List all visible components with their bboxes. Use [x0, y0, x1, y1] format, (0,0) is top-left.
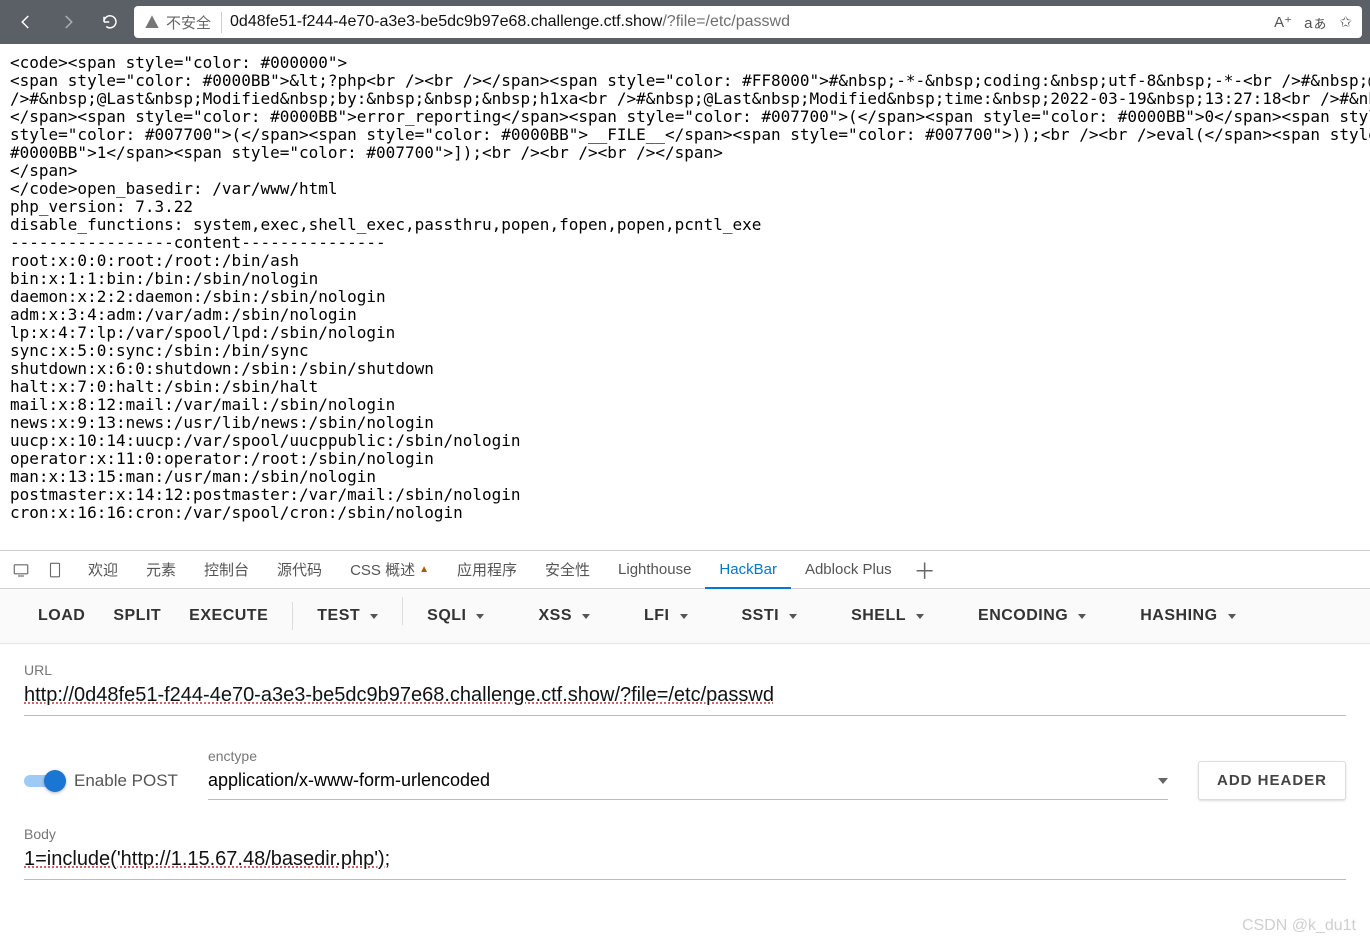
insecure-badge: 不安全 [144, 12, 222, 33]
devtools-tabbar: 欢迎元素控制台源代码CSS 概述应用程序安全性LighthouseHackBar… [0, 551, 1370, 589]
hackbar-ssti-menu[interactable]: SSTI [728, 597, 812, 635]
body-input[interactable] [24, 844, 1346, 880]
devtools-tab-元素[interactable]: 元素 [132, 551, 190, 589]
body-label: Body [24, 826, 1346, 842]
devtools-tab-Adblock Plus[interactable]: Adblock Plus [791, 551, 906, 589]
devtools-tab-应用程序[interactable]: 应用程序 [443, 551, 531, 589]
hackbar-load-button[interactable]: LOAD [24, 597, 99, 635]
address-bar[interactable]: 不安全 0d48fe51-f244-4e70-a3e3-be5dc9b97e68… [134, 6, 1362, 38]
hackbar-lfi-menu[interactable]: LFI [630, 597, 702, 635]
address-url: 0d48fe51-f244-4e70-a3e3-be5dc9b97e68.cha… [230, 13, 790, 31]
enable-post-label: Enable POST [74, 771, 178, 791]
hackbar-sqli-menu[interactable]: SQLI [413, 597, 498, 635]
hackbar-execute-button[interactable]: EXECUTE [175, 597, 282, 635]
browser-toolbar: 不安全 0d48fe51-f244-4e70-a3e3-be5dc9b97e68… [0, 0, 1370, 44]
devtools-panel: 欢迎元素控制台源代码CSS 概述应用程序安全性LighthouseHackBar… [0, 550, 1370, 880]
devtools-tab-控制台[interactable]: 控制台 [190, 551, 263, 589]
enctype-label: enctype [208, 748, 1168, 764]
back-button[interactable] [8, 4, 44, 40]
enable-post-toggle[interactable]: Enable POST [24, 770, 178, 792]
reader-icon[interactable]: A⁺ [1274, 13, 1292, 31]
watermark: CSDN @k_du1t [1242, 917, 1356, 935]
devtools-tab-欢迎[interactable]: 欢迎 [74, 551, 132, 589]
chevron-down-icon [1158, 778, 1168, 784]
hackbar-hashing-menu[interactable]: HASHING [1126, 597, 1249, 635]
add-tab-icon[interactable]: ＋ [910, 555, 940, 585]
enctype-value: application/x-www-form-urlencoded [208, 770, 490, 791]
forward-button[interactable] [50, 4, 86, 40]
devtools-tab-CSS 概述[interactable]: CSS 概述 [336, 551, 443, 589]
translate-icon[interactable]: aぁ [1304, 12, 1327, 33]
device-icon[interactable] [40, 555, 70, 585]
hackbar-split-button[interactable]: SPLIT [99, 597, 175, 635]
devtools-tab-HackBar[interactable]: HackBar [705, 551, 791, 589]
devtools-tab-安全性[interactable]: 安全性 [531, 551, 604, 589]
hackbar-test-menu[interactable]: TEST [303, 597, 392, 635]
url-label: URL [24, 662, 1346, 678]
refresh-button[interactable] [92, 4, 128, 40]
devtools-tab-源代码[interactable]: 源代码 [263, 551, 336, 589]
devtools-tab-Lighthouse[interactable]: Lighthouse [604, 551, 705, 589]
hackbar-toolbar: LOADSPLITEXECUTE TEST SQLI XSS LFI SSTI SHELL… [0, 589, 1370, 644]
add-header-button[interactable]: ADD HEADER [1198, 761, 1346, 800]
url-input[interactable] [24, 680, 1346, 716]
hackbar-encoding-menu[interactable]: ENCODING [964, 597, 1100, 635]
hackbar-shell-menu[interactable]: SHELL [837, 597, 938, 635]
page-content: <code><span style="color: #000000"><span… [0, 44, 1370, 550]
favorite-icon[interactable]: ✩ [1339, 13, 1352, 31]
inspect-icon[interactable] [6, 555, 36, 585]
hackbar-xss-menu[interactable]: XSS [524, 597, 604, 635]
enctype-select[interactable]: application/x-www-form-urlencoded [208, 766, 1168, 800]
